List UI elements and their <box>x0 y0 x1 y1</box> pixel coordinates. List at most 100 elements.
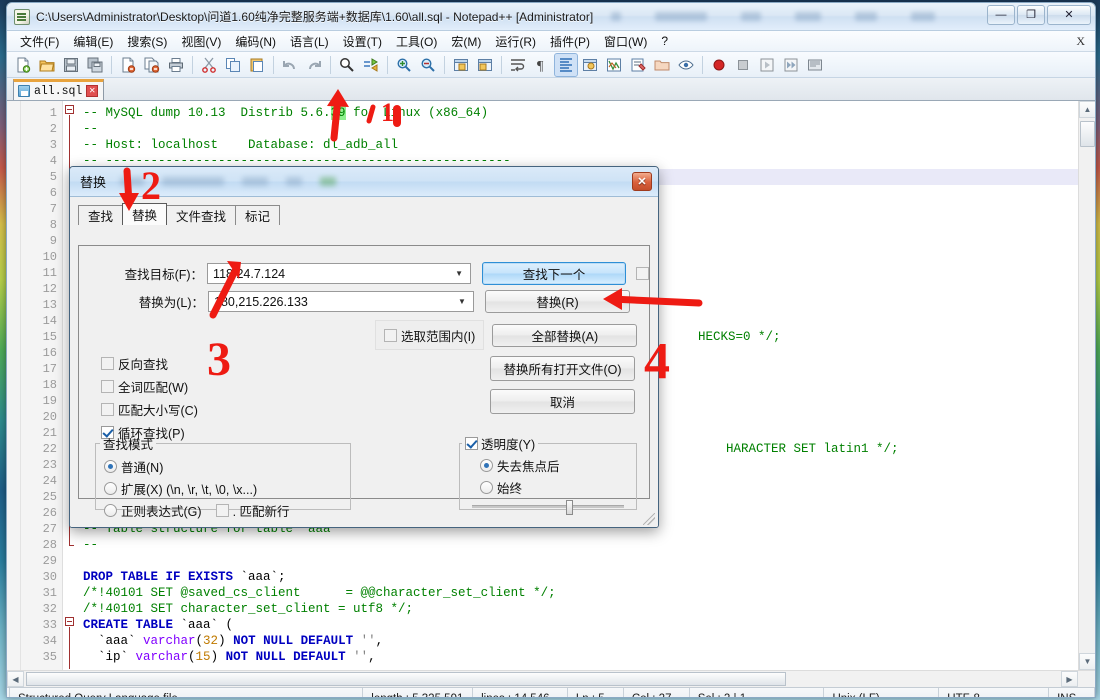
chevron-down-icon[interactable]: ▼ <box>454 292 470 311</box>
match-case-checkbox[interactable] <box>101 403 114 416</box>
find-next-button[interactable]: 查找下一个 <box>482 262 626 285</box>
menu-item-window[interactable]: 窗口(W) <box>597 31 654 52</box>
code-line[interactable]: -- MySQL dump 10.13 Distrib 5.6.39 for L… <box>77 105 1078 121</box>
horizontal-scroll-thumb[interactable] <box>26 672 786 686</box>
sync-horizontal-icon[interactable] <box>474 54 496 76</box>
code-line[interactable]: /*!40101 SET @saved_cs_client = @@charac… <box>77 585 1078 601</box>
menu-item-settings[interactable]: 设置(T) <box>336 31 389 52</box>
menu-item-encoding[interactable]: 编码(N) <box>228 31 283 52</box>
user-defined-dialog-icon[interactable] <box>579 54 601 76</box>
code-line[interactable]: -- <box>77 537 1078 553</box>
vertical-scrollbar[interactable]: ▲ ▼ <box>1078 101 1095 670</box>
open-file-icon[interactable] <box>36 54 58 76</box>
undo-icon[interactable] <box>279 54 301 76</box>
close-tab-icon[interactable]: ✕ <box>86 85 99 97</box>
cancel-button[interactable]: 取消 <box>490 389 635 414</box>
code-line[interactable]: `aaa` varchar(32) NOT NULL DEFAULT '', <box>77 633 1078 649</box>
code-line[interactable]: `ip` varchar(15) NOT NULL DEFAULT '', <box>77 649 1078 665</box>
code-line[interactable]: DROP TABLE IF EXISTS `aaa`; <box>77 569 1078 585</box>
on-losing-focus-radio[interactable] <box>480 459 493 472</box>
find-icon[interactable] <box>336 54 358 76</box>
option-backward-search[interactable]: 反向查找 <box>101 354 198 373</box>
scroll-up-arrow-icon[interactable]: ▲ <box>1079 101 1095 118</box>
paste-icon[interactable] <box>246 54 268 76</box>
menu-item-tools[interactable]: 工具(O) <box>389 31 444 52</box>
fold-toggle-line-1[interactable] <box>65 105 74 114</box>
close-all-icon[interactable] <box>141 54 163 76</box>
transparency-slider-thumb[interactable] <box>566 500 574 515</box>
folder-as-workspace-icon[interactable] <box>651 54 673 76</box>
menu-item-language[interactable]: 语言(L) <box>283 31 336 52</box>
zoom-in-icon[interactable] <box>393 54 415 76</box>
close-window-button[interactable]: ✕ <box>1047 5 1091 25</box>
menu-item-macro[interactable]: 宏(M) <box>444 31 488 52</box>
close-document-button[interactable]: X <box>1076 34 1085 49</box>
cut-icon[interactable] <box>198 54 220 76</box>
extended-radio[interactable] <box>104 482 117 495</box>
run-macro-multiple-icon[interactable] <box>780 54 802 76</box>
transparency-on-losing-focus[interactable]: 失去焦点后 <box>480 456 636 475</box>
show-all-chars-icon[interactable]: ¶ <box>531 54 553 76</box>
scroll-down-arrow-icon[interactable]: ▼ <box>1079 653 1095 670</box>
play-macro-icon[interactable] <box>756 54 778 76</box>
menu-item-view[interactable]: 视图(V) <box>174 31 228 52</box>
close-file-icon[interactable] <box>117 54 139 76</box>
indent-guide-icon[interactable] <box>554 52 578 77</box>
tab-mark[interactable]: 标记 <box>235 205 281 225</box>
menu-item-help[interactable]: ? <box>654 32 675 50</box>
menu-item-run[interactable]: 运行(R) <box>488 31 543 52</box>
tab-find[interactable]: 查找 <box>78 205 124 225</box>
stop-macro-icon[interactable] <box>732 54 754 76</box>
backward-search-checkbox[interactable] <box>101 357 114 370</box>
normal-radio[interactable] <box>104 460 117 473</box>
search-mode-extended[interactable]: 扩展(X) (\n, \r, \t, \0, \x...) <box>104 479 350 498</box>
replace-button[interactable]: 替换(R) <box>485 290 630 313</box>
transparency-checkbox[interactable] <box>465 437 478 450</box>
always-radio[interactable] <box>480 481 493 494</box>
maximize-button[interactable]: ❐ <box>1017 5 1045 25</box>
search-mode-regex[interactable]: 正则表达式(G) . 匹配新行 <box>104 501 350 520</box>
in-selection-checkbox[interactable] <box>384 328 397 342</box>
save-icon[interactable] <box>60 54 82 76</box>
menu-item-edit[interactable]: 编辑(E) <box>66 31 120 52</box>
dialog-close-button[interactable]: ✕ <box>632 172 652 191</box>
copy-icon[interactable] <box>222 54 244 76</box>
show-doc-map-icon[interactable] <box>603 54 625 76</box>
tab-replace[interactable]: 替换 <box>122 203 168 225</box>
transparency-always[interactable]: 始终 <box>480 478 636 497</box>
replace-with-field[interactable]: 180,215.226.133 ▼ <box>208 291 474 312</box>
save-all-icon[interactable] <box>84 54 106 76</box>
menu-item-search[interactable]: 搜索(S) <box>120 31 174 52</box>
match-whole-word-checkbox[interactable] <box>101 380 114 393</box>
record-macro-icon[interactable] <box>708 54 730 76</box>
chevron-down-icon[interactable]: ▼ <box>451 264 467 283</box>
regex-radio[interactable] <box>104 504 117 517</box>
function-list-icon[interactable] <box>627 54 649 76</box>
document-tab-all-sql[interactable]: all.sql ✕ <box>13 79 105 100</box>
sync-vertical-icon[interactable] <box>450 54 472 76</box>
search-mode-normal[interactable]: 普通(N) <box>104 457 350 476</box>
replace-all-button[interactable]: 全部替换(A) <box>492 323 638 347</box>
tab-find-files[interactable]: 文件查找 <box>166 205 237 225</box>
find-target-combobox[interactable]: 118.24.7.124 ▼ <box>207 263 472 284</box>
scroll-right-arrow-icon[interactable]: ▶ <box>1061 671 1078 687</box>
minimize-button[interactable]: — <box>987 5 1015 25</box>
replace-all-opened-documents-button[interactable]: 替换所有打开文件(O) <box>490 356 635 381</box>
new-file-icon[interactable] <box>12 54 34 76</box>
option-match-case[interactable]: 匹配大小写(C) <box>101 400 198 419</box>
transparency-slider[interactable] <box>472 500 624 515</box>
show-all-chars-eye-icon[interactable] <box>675 54 697 76</box>
dialog-resize-grip[interactable] <box>643 513 655 525</box>
code-line[interactable]: CREATE TABLE `aaa` ( <box>77 617 1078 633</box>
option-match-whole-word[interactable]: 全词匹配(W) <box>101 377 198 396</box>
menu-item-plugins[interactable]: 插件(P) <box>543 31 597 52</box>
run-icon[interactable] <box>804 54 826 76</box>
code-line[interactable]: -- <box>77 121 1078 137</box>
redo-icon[interactable] <box>303 54 325 76</box>
code-line[interactable]: /*!40101 SET character_set_client = utf8… <box>77 601 1078 617</box>
scroll-left-arrow-icon[interactable]: ◀ <box>7 671 24 687</box>
word-wrap-icon[interactable] <box>507 54 529 76</box>
horizontal-scrollbar[interactable]: ◀ ▶ <box>7 670 1095 687</box>
bookmark-margin[interactable] <box>7 101 21 670</box>
fold-toggle-line-33[interactable] <box>65 617 74 626</box>
